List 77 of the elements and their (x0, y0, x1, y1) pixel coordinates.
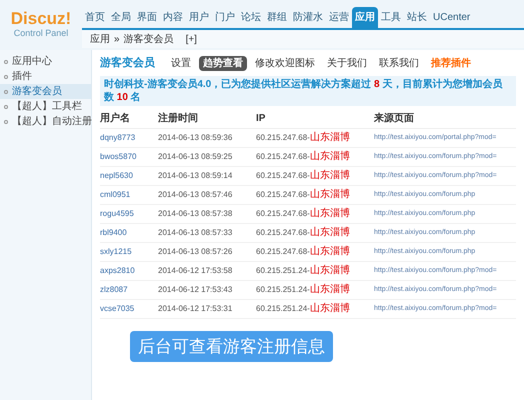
username-link[interactable]: nepl5630 (100, 166, 158, 185)
ip-address: 60.215.247.68- (256, 171, 310, 180)
username-link[interactable]: dqny8773 (100, 128, 158, 147)
username-link[interactable]: sxly1215 (100, 242, 158, 261)
breadcrumb-current: 游客变会员 (124, 32, 174, 46)
nav-tab[interactable]: 工具 (378, 7, 404, 28)
table-cell: 2014-06-13 08:57:38 (158, 204, 256, 223)
notice-text: 时创科技-游客变会员4.0，已为您提供社区运营解决方案超过 8 天，目前累计为您增加会员数 10 名 (100, 76, 516, 106)
location-text: 山东淄博 (310, 227, 350, 238)
ip-address: 60.215.247.68- (256, 133, 310, 142)
breadcrumb-link[interactable]: 应用 (90, 32, 110, 46)
sub-tab[interactable]: 趋势查看 (199, 56, 247, 70)
nav-tab[interactable]: 站长 (404, 7, 430, 28)
nav-tab[interactable]: 群组 (264, 7, 290, 28)
nav-tab[interactable]: 运营 (326, 7, 352, 28)
username-link[interactable]: rbl9400 (100, 223, 158, 242)
add-shortcut-link[interactable]: [+] (186, 32, 197, 46)
location-text: 山东淄博 (310, 208, 350, 219)
location-text: 山东淄博 (310, 303, 350, 314)
ip-address: 60.215.251.24- (256, 285, 310, 294)
username-link[interactable]: cml0951 (100, 185, 158, 204)
sidebar-item[interactable]: 应用中心 (0, 54, 91, 69)
location-text: 山东淄博 (310, 284, 350, 295)
ip-address: 60.215.247.68- (256, 228, 310, 237)
column-header: 用户名 (100, 110, 158, 128)
username-link[interactable]: zlz8087 (100, 280, 158, 299)
location-text: 山东淄博 (310, 132, 350, 143)
ip-address: 60.215.251.24- (256, 304, 310, 313)
table-cell: 2014-06-12 17:53:43 (158, 280, 256, 299)
nav-tab[interactable]: 论坛 (238, 7, 264, 28)
sidebar-item[interactable]: 游客变会员 (0, 84, 91, 99)
logo-subtitle: Control Panel (14, 26, 68, 40)
column-header: IP (256, 110, 374, 128)
location-text: 山东淄博 (310, 189, 350, 200)
nav-tab[interactable]: UCenter (430, 7, 474, 28)
page-title: 游客变会员 (100, 56, 155, 71)
username-link[interactable]: bwos5870 (100, 147, 158, 166)
sub-tab[interactable]: 设置 (167, 56, 195, 70)
sidebar-item[interactable]: 【超人】工具栏 (0, 99, 91, 114)
username-link[interactable]: vcse7035 (100, 299, 158, 318)
sub-tab[interactable]: 联系我们 (375, 56, 423, 70)
caption-banner: 后台可查看游客注册信息 (130, 330, 333, 362)
ip-address: 60.215.247.68- (256, 152, 310, 161)
column-header: 注册时间 (158, 110, 256, 128)
username-link[interactable]: rogu4595 (100, 204, 158, 223)
location-text: 山东淄博 (310, 265, 350, 276)
location-text: 山东淄博 (310, 246, 350, 257)
username-link[interactable]: axps2810 (100, 261, 158, 280)
sub-tab[interactable]: 修改欢迎图标 (251, 56, 319, 70)
table-cell: 2014-06-12 17:53:31 (158, 299, 256, 318)
nav-tab[interactable]: 界面 (134, 7, 160, 28)
column-header: 来源页面 (374, 110, 516, 128)
ip-address: 60.215.247.68- (256, 247, 310, 256)
ip-address: 60.215.247.68- (256, 190, 310, 199)
nav-tab[interactable]: 内容 (160, 7, 186, 28)
nav-tab[interactable]: 防灌水 (290, 7, 326, 28)
logo-text: Discuz! (10, 10, 72, 27)
table-cell: 2014-06-13 08:59:14 (158, 166, 256, 185)
nav-tab[interactable]: 门户 (212, 7, 238, 28)
ip-address: 60.215.251.24- (256, 266, 310, 275)
ip-address: 60.215.247.68- (256, 209, 310, 218)
table-cell: 2014-06-13 08:57:46 (158, 185, 256, 204)
breadcrumb-separator: » (114, 32, 120, 46)
location-text: 山东淄博 (310, 151, 350, 162)
nav-tab[interactable]: 首页 (82, 7, 108, 28)
location-text: 山东淄博 (310, 170, 350, 181)
table-cell: 2014-06-13 08:57:33 (158, 223, 256, 242)
nav-tab[interactable]: 应用 (352, 7, 378, 28)
sidebar-item[interactable]: 插件 (0, 69, 91, 84)
table-cell: 2014-06-13 08:59:25 (158, 147, 256, 166)
sub-tab[interactable]: 关于我们 (323, 56, 371, 70)
table-cell: 2014-06-13 08:59:36 (158, 128, 256, 147)
sidebar-item[interactable]: 【超人】自动注册 (0, 114, 91, 129)
table-cell: 2014-06-13 08:57:26 (158, 242, 256, 261)
nav-tab[interactable]: 用户 (186, 7, 212, 28)
table-cell: 2014-06-12 17:53:58 (158, 261, 256, 280)
nav-tab[interactable]: 全局 (108, 7, 134, 28)
